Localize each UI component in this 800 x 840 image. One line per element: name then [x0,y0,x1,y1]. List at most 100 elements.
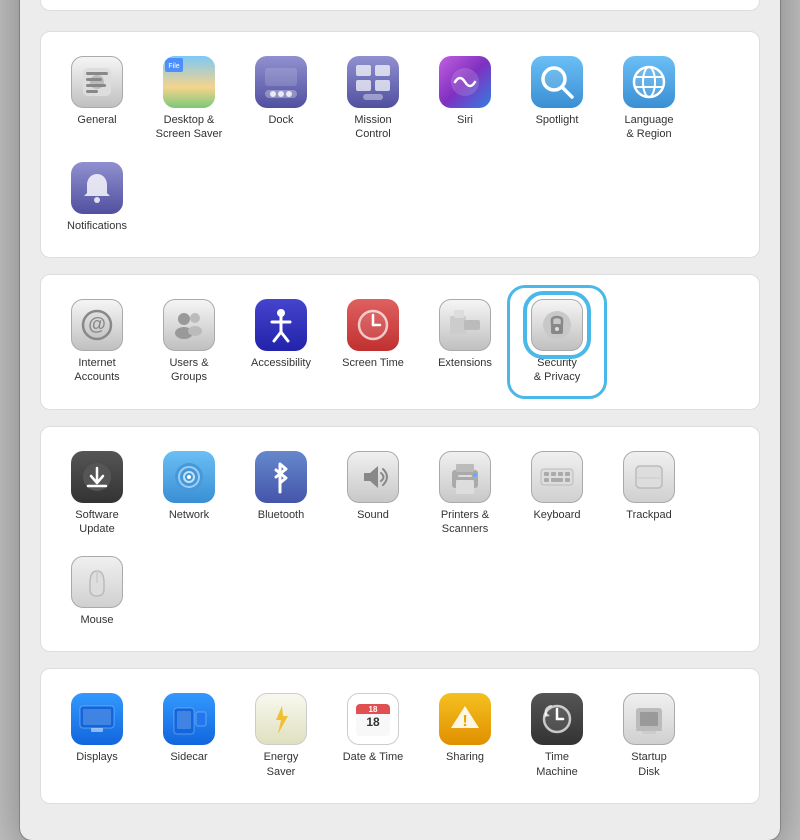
pref-item-dock[interactable]: Dock [237,48,325,150]
pref-item-extensions[interactable]: Extensions [421,291,509,393]
datetime-label: Date & Time [343,750,404,764]
pref-item-displays[interactable]: Displays [53,685,141,787]
energy-icon [255,693,307,745]
general-icon [71,56,123,108]
siri-icon [439,56,491,108]
pref-item-mouse[interactable]: Mouse [53,548,141,635]
bluetooth-label: Bluetooth [258,508,304,522]
pref-item-software[interactable]: SoftwareUpdate [53,443,141,545]
pref-item-spotlight[interactable]: Spotlight [513,48,601,150]
sound-label: Sound [357,508,389,522]
trackpad-label: Trackpad [626,508,671,522]
datetime-icon: 18 18 [347,693,399,745]
users-icon [163,299,215,351]
screentime-icon [347,299,399,351]
internet-label: InternetAccounts [74,356,119,385]
pref-item-internet[interactable]: @ InternetAccounts [53,291,141,393]
pref-item-security[interactable]: Security& Privacy [513,291,601,393]
icons-grid-2: @ InternetAccounts Users &Gro [53,291,747,393]
sound-icon [347,451,399,503]
pref-item-siri[interactable]: Siri [421,48,509,150]
displays-label: Displays [76,750,118,764]
content-area: Apple ID, iCloud, Media & App Store Appl… [20,0,780,840]
mission-icon [347,56,399,108]
pref-item-sidecar[interactable]: Sidecar [145,685,233,787]
sidecar-label: Sidecar [170,750,207,764]
pref-item-trackpad[interactable]: Trackpad [605,443,693,545]
spotlight-label: Spotlight [536,113,579,127]
network-icon [163,451,215,503]
pref-item-energy[interactable]: EnergySaver [237,685,325,787]
pref-item-sound[interactable]: Sound [329,443,417,545]
startup-icon [623,693,675,745]
accessibility-icon [255,299,307,351]
desktop-icon: File [163,56,215,108]
language-icon [623,56,675,108]
timemachine-icon [531,693,583,745]
printers-icon [439,451,491,503]
trackpad-icon [623,451,675,503]
security-icon [531,299,583,351]
pref-item-startup[interactable]: StartupDisk [605,685,693,787]
language-label: Language& Region [625,113,674,142]
icons-grid-4: Displays Sidecar [53,685,747,787]
startup-label: StartupDisk [631,750,666,779]
notifications-icon [71,162,123,214]
internet-icon: @ [71,299,123,351]
pref-item-accessibility[interactable]: Accessibility [237,291,325,393]
pref-item-printers[interactable]: Printers &Scanners [421,443,509,545]
screentime-label: Screen Time [342,356,404,370]
pref-item-datetime[interactable]: 18 18 Date & Time [329,685,417,787]
energy-label: EnergySaver [264,750,299,779]
mission-label: MissionControl [354,113,391,142]
sidecar-icon [163,693,215,745]
pref-item-users[interactable]: Users &Groups [145,291,233,393]
pref-item-screentime[interactable]: Screen Time [329,291,417,393]
security-label: Security& Privacy [534,356,580,385]
dock-label: Dock [268,113,293,127]
sharing-label: Sharing [446,750,484,764]
icons-grid-3: SoftwareUpdate Network [53,443,747,636]
system-preferences-window: ‹ › System Preferences 🔍 [20,0,780,840]
software-icon [71,451,123,503]
network-label: Network [169,508,209,522]
mouse-label: Mouse [80,613,113,627]
pref-item-mission[interactable]: MissionControl [329,48,417,150]
icons-grid-1: General [53,48,747,241]
displays-icon [71,693,123,745]
pref-item-sharing[interactable]: ! Sharing [421,685,509,787]
siri-label: Siri [457,113,473,127]
profile-row[interactable]: Apple ID, iCloud, Media & App Store Appl… [40,0,760,11]
keyboard-icon [531,451,583,503]
section-4: Displays Sidecar [40,668,760,804]
mouse-icon [71,556,123,608]
section-3: SoftwareUpdate Network [40,426,760,653]
pref-item-language[interactable]: Language& Region [605,48,693,150]
accessibility-label: Accessibility [251,356,311,370]
pref-item-bluetooth[interactable]: Bluetooth [237,443,325,545]
dock-icon [255,56,307,108]
printers-label: Printers &Scanners [441,508,489,537]
pref-item-keyboard[interactable]: Keyboard [513,443,601,545]
svg-text:File: File [168,63,179,70]
sharing-icon: ! [439,693,491,745]
section-1: General [40,31,760,258]
pref-item-network[interactable]: Network [145,443,233,545]
section-2: @ InternetAccounts Users &Gro [40,274,760,410]
users-label: Users &Groups [169,356,208,385]
pref-item-general[interactable]: General [53,48,141,150]
svg-text:!: ! [462,713,467,730]
general-label: General [77,113,116,127]
svg-text:18: 18 [366,715,380,729]
svg-text:@: @ [88,314,106,334]
extensions-icon [439,299,491,351]
svg-text:18: 18 [369,705,378,714]
software-label: SoftwareUpdate [75,508,118,537]
keyboard-label: Keyboard [533,508,580,522]
extensions-label: Extensions [438,356,492,370]
spotlight-icon [531,56,583,108]
pref-item-desktop[interactable]: File Desktop &Screen Saver [145,48,233,150]
pref-item-timemachine[interactable]: TimeMachine [513,685,601,787]
pref-item-notifications[interactable]: Notifications [53,154,141,241]
desktop-label: Desktop &Screen Saver [156,113,223,142]
